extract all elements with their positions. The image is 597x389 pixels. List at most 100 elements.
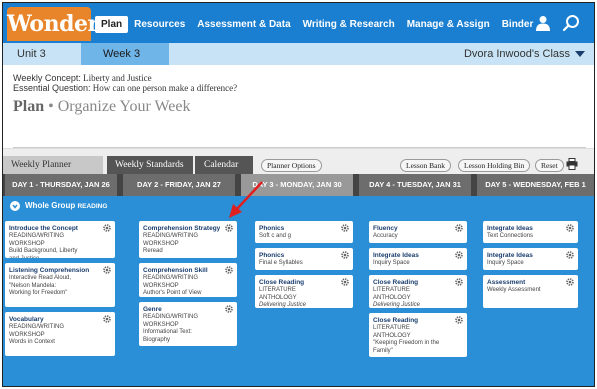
lesson-card[interactable]: Assessment Weekly Assessment bbox=[483, 275, 578, 308]
lesson-card[interactable]: Close Reading LITERATURE ANTHOLOGY Deliveri… bbox=[369, 275, 467, 308]
lesson-card[interactable]: Phonics Final e Syllables bbox=[255, 248, 353, 270]
lesson-card-detail: Author's Point of View bbox=[143, 290, 202, 296]
lesson-holding-bin-button[interactable]: Lesson Holding Bin bbox=[458, 159, 531, 172]
gear-icon[interactable] bbox=[341, 224, 349, 232]
lesson-card-detail: Words in Context bbox=[9, 339, 55, 345]
nav-plan[interactable]: Plan bbox=[95, 16, 129, 33]
lesson-card[interactable]: Comprehension Skill READING/WRITING WORKSH… bbox=[139, 263, 237, 297]
gear-icon[interactable] bbox=[455, 278, 463, 286]
essential-question: Essential Question: How can one person m… bbox=[13, 83, 237, 93]
reset-button[interactable]: Reset bbox=[535, 159, 564, 172]
lesson-card-detail: Interactive Read Aloud, bbox=[9, 275, 72, 281]
lesson-card-title: Phonics bbox=[259, 252, 285, 259]
gear-icon[interactable] bbox=[566, 224, 574, 232]
concept-panel: Weekly Concept: Liberty and Justice Esse… bbox=[3, 65, 594, 148]
print-icon[interactable] bbox=[566, 158, 578, 170]
lesson-card-detail: WORKSHOP bbox=[143, 282, 179, 289]
chevron-down-icon[interactable] bbox=[575, 51, 585, 57]
lesson-card-detail: Build Background, Liberty bbox=[9, 248, 78, 254]
gear-icon[interactable] bbox=[225, 224, 233, 232]
day-header-1[interactable]: DAY 1 - THURSDAY, JAN 26 bbox=[5, 174, 117, 196]
lesson-card-detail: READING/WRITING bbox=[143, 314, 198, 320]
lesson-card-title: Assessment bbox=[487, 279, 526, 286]
lesson-card-title: Genre bbox=[143, 306, 162, 313]
gear-icon[interactable] bbox=[455, 224, 463, 232]
user-icon[interactable] bbox=[536, 15, 550, 31]
lesson-bank-button[interactable]: Lesson Bank bbox=[400, 159, 451, 172]
lesson-card-title: Phonics bbox=[259, 225, 285, 232]
collapse-icon[interactable] bbox=[10, 201, 20, 211]
tab-calendar[interactable]: Calendar bbox=[195, 156, 253, 175]
lesson-card-detail: READING/WRITING bbox=[9, 324, 64, 330]
gear-icon[interactable] bbox=[225, 305, 233, 313]
lesson-card[interactable]: Listening Comprehension Interactive Read … bbox=[5, 263, 115, 307]
lesson-card[interactable]: Comprehension Strategy READING/WRITING WOR… bbox=[139, 221, 237, 258]
lesson-card-detail: Family" bbox=[373, 347, 393, 354]
lesson-card-title: Fluency bbox=[373, 225, 398, 232]
lesson-card[interactable]: Close Reading LITERATURE ANTHOLOGY "Keeping… bbox=[369, 313, 467, 357]
gear-icon[interactable] bbox=[455, 251, 463, 259]
gear-icon[interactable] bbox=[103, 224, 111, 232]
day-header-3[interactable]: DAY 3 - MONDAY, JAN 30 bbox=[241, 174, 353, 196]
lesson-card[interactable]: Vocabulary READING/WRITING WORKSHOP Words i… bbox=[5, 312, 115, 356]
day-header-5[interactable]: DAY 5 - WEDNESDAY, FEB 1 bbox=[477, 174, 594, 196]
lesson-card-title: Comprehension Skill bbox=[143, 267, 208, 274]
lesson-card-detail: Weekly Assessment bbox=[487, 287, 541, 293]
lesson-card-detail: Inquiry Space bbox=[373, 260, 410, 266]
gear-icon[interactable] bbox=[341, 251, 349, 259]
weekly-concept: Weekly Concept: Liberty and Justice bbox=[13, 73, 152, 83]
lesson-card-detail: ANTHOLOGY bbox=[259, 294, 297, 301]
lesson-card-detail: "Nelson Mandela: bbox=[9, 282, 57, 289]
day-header-row: DAY 1 - THURSDAY, JAN 26 DAY 2 - FRIDAY,… bbox=[3, 174, 594, 196]
day-header-4[interactable]: DAY 4 - TUESDAY, JAN 31 bbox=[359, 174, 471, 196]
lesson-card-detail: WORKSHOP bbox=[9, 331, 45, 338]
gear-icon[interactable] bbox=[455, 316, 463, 324]
tab-weekly-planner[interactable]: Weekly Planner bbox=[3, 156, 103, 175]
lesson-card[interactable]: Integrate Ideas Inquiry Space bbox=[483, 248, 578, 270]
planner-options-button[interactable]: Planner Options bbox=[261, 159, 322, 172]
essential-question-value: How can one person make a difference? bbox=[92, 83, 238, 93]
week-selector[interactable]: Week 3 bbox=[81, 43, 169, 65]
lesson-card[interactable]: Integrate Ideas Text Connections bbox=[483, 221, 578, 243]
gear-icon[interactable] bbox=[341, 278, 349, 286]
search-icon[interactable] bbox=[562, 14, 580, 32]
lesson-card[interactable]: Genre READING/WRITING WORKSHOP Informationa… bbox=[139, 302, 237, 346]
nav-assessment-data[interactable]: Assessment & Data bbox=[191, 16, 296, 33]
lesson-card[interactable]: Integrate Ideas Inquiry Space bbox=[369, 248, 467, 270]
lesson-card-title: Introduce the Concept bbox=[9, 225, 78, 232]
nav-resources[interactable]: Resources bbox=[128, 16, 191, 33]
gear-icon[interactable] bbox=[103, 266, 111, 274]
lesson-card-title-italic: Delivering Justice bbox=[259, 302, 307, 308]
lesson-card-detail: LITERATURE bbox=[373, 325, 410, 331]
essential-question-label: Essential Question: bbox=[13, 83, 91, 93]
lesson-card-detail: Final e Syllables bbox=[259, 260, 303, 266]
whole-group-header[interactable]: Whole Group READING bbox=[3, 196, 594, 216]
top-nav-bar: Wonders Plan Resources Assessment & Data… bbox=[3, 3, 594, 43]
planner-tabs: Weekly Planner Weekly Standards Calendar… bbox=[3, 148, 594, 175]
wonders-logo[interactable]: Wonders bbox=[7, 7, 111, 41]
lesson-card-title: Close Reading bbox=[373, 317, 419, 324]
lesson-card-detail: Accuracy bbox=[373, 233, 398, 239]
nav-binder[interactable]: Binder bbox=[496, 16, 540, 33]
lesson-card[interactable]: Phonics Soft c and g bbox=[255, 221, 353, 243]
gear-icon[interactable] bbox=[566, 278, 574, 286]
gear-icon[interactable] bbox=[566, 251, 574, 259]
lesson-card-detail: LITERATURE bbox=[373, 287, 410, 293]
nav-manage-assign[interactable]: Manage & Assign bbox=[401, 16, 496, 33]
gear-icon[interactable] bbox=[103, 315, 111, 323]
lesson-card[interactable]: Introduce the Concept READING/WRITING WORK… bbox=[5, 221, 115, 258]
lesson-card-detail: Biography bbox=[143, 336, 171, 343]
page-title-separator: • bbox=[44, 98, 58, 115]
gear-icon[interactable] bbox=[225, 266, 233, 274]
lesson-card[interactable]: Fluency Accuracy bbox=[369, 221, 467, 243]
day-header-2[interactable]: DAY 2 - FRIDAY, JAN 27 bbox=[123, 174, 235, 196]
unit-selector[interactable]: Unit 3 bbox=[17, 48, 46, 60]
lesson-card[interactable]: Close Reading LITERATURE ANTHOLOGY Deliveri… bbox=[255, 275, 353, 308]
lesson-card-detail: and Justice bbox=[9, 256, 111, 259]
tab-weekly-standards[interactable]: Weekly Standards bbox=[107, 156, 193, 175]
nav-writing-research[interactable]: Writing & Research bbox=[297, 16, 401, 33]
page-title-plan: Plan bbox=[13, 98, 45, 115]
class-selector[interactable]: Dvora Inwood's Class bbox=[464, 48, 570, 60]
lesson-card-detail: ANTHOLOGY bbox=[373, 332, 411, 339]
lesson-card-detail: WORKSHOP bbox=[143, 240, 179, 247]
